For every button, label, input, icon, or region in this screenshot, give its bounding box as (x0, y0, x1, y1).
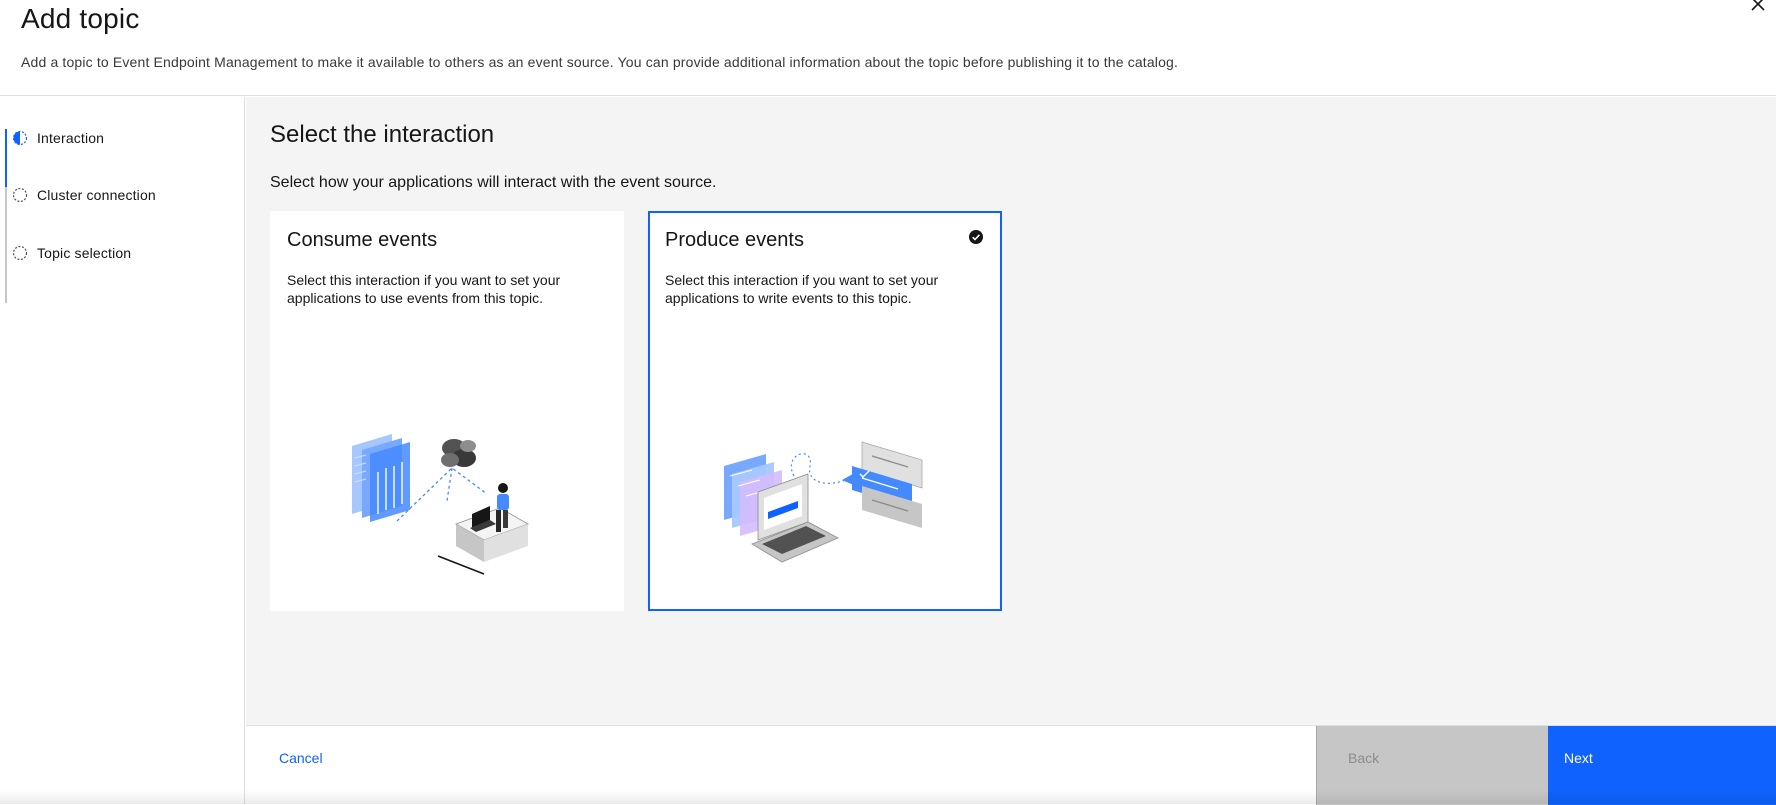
back-label: Back (1348, 750, 1380, 766)
consume-events-illustration (352, 434, 529, 575)
tile-title: Produce events (665, 229, 804, 251)
step-current-icon (12, 130, 28, 146)
progress-indicator: Interaction Cluster connection Topic sel… (0, 97, 245, 804)
modal-header: Add topic Add a topic to Event Endpoint … (0, 0, 1776, 96)
tile-consume-events[interactable]: Consume events Select this interaction i… (270, 211, 624, 611)
section-description: Select how your applications will intera… (270, 174, 717, 191)
step-topic-selection[interactable]: Topic selection (12, 241, 131, 265)
close-icon (1751, 0, 1765, 11)
tile-produce-events[interactable]: Produce events Select this interaction i… (648, 211, 1002, 611)
cancel-button[interactable]: Cancel (246, 726, 1316, 805)
step-incomplete-icon (12, 187, 28, 203)
page-title: Add topic (21, 3, 140, 34)
modal-footer: Cancel Back Next (246, 725, 1776, 805)
tile-description: Select this interaction if you want to s… (665, 272, 939, 306)
back-button[interactable]: Back (1316, 726, 1548, 805)
step-incomplete-icon (12, 245, 28, 261)
close-button[interactable] (1746, 0, 1770, 16)
next-label: Next (1564, 750, 1593, 766)
tile-description: Select this interaction if you want to s… (287, 272, 561, 306)
step-label: Interaction (37, 130, 105, 146)
step-label: Cluster connection (37, 187, 156, 203)
checkmark-filled-icon (969, 230, 983, 244)
step-cluster-connection[interactable]: Cluster connection (12, 183, 156, 207)
next-button[interactable]: Next (1548, 726, 1776, 805)
step-label: Topic selection (37, 245, 132, 261)
cancel-label: Cancel (279, 750, 323, 766)
produce-events-illustration (724, 441, 923, 563)
section-heading: Select the interaction (270, 121, 495, 148)
page-description: Add a topic to Event Endpoint Management… (21, 54, 1179, 70)
main-content: Select the interaction Select how your a… (246, 97, 1776, 725)
progress-track-active (5, 129, 7, 187)
step-interaction[interactable]: Interaction (12, 126, 104, 150)
tile-title: Consume events (287, 229, 438, 251)
